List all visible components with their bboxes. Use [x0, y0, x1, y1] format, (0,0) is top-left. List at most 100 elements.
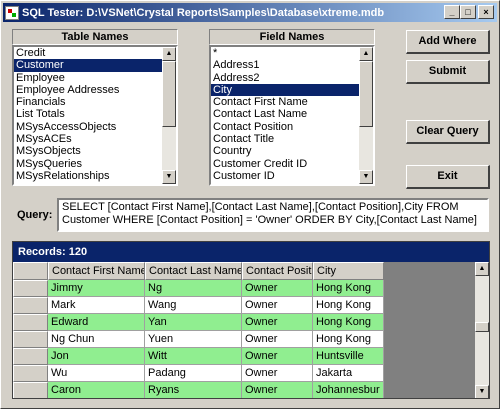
table-cell[interactable]: Ng [145, 280, 242, 297]
table-cell[interactable]: Jon [48, 348, 145, 365]
table-cell[interactable]: Hong Kong [313, 314, 384, 331]
column-header[interactable]: Contact Last Name [145, 262, 242, 280]
records-grid[interactable]: Records: 120 Contact First Name Contact … [12, 241, 490, 399]
table-cell[interactable]: Owner [242, 348, 313, 365]
list-item[interactable]: Contact Last Name [211, 108, 359, 120]
list-item[interactable]: MSysAccessObjects [14, 121, 162, 133]
field-names-items: * Address1 Address2 City Contact First Name C… [211, 47, 359, 184]
list-item[interactable]: Employee Addresses [14, 84, 162, 96]
table-cell[interactable]: Owner [242, 382, 313, 398]
table-row[interactable]: Ng Chun Yuen Owner Hong Kong [13, 331, 384, 348]
list-item[interactable]: Address1 [211, 59, 359, 71]
table-cell[interactable]: Huntsville [313, 348, 384, 365]
field-names-scrollbar[interactable]: ▲ ▼ [359, 47, 373, 184]
table-cell[interactable]: Padang [145, 365, 242, 382]
scroll-down-icon[interactable]: ▼ [475, 385, 489, 398]
scroll-down-icon[interactable]: ▼ [162, 170, 176, 184]
list-item[interactable]: MSysObjects [14, 145, 162, 157]
list-item[interactable]: MSysACEs [14, 133, 162, 145]
list-item[interactable]: Financials [14, 96, 162, 108]
table-cell[interactable]: Owner [242, 314, 313, 331]
close-button[interactable]: × [478, 5, 494, 19]
table-cell[interactable]: Owner [242, 365, 313, 382]
list-item[interactable]: Customer [14, 59, 162, 72]
row-selector[interactable] [13, 365, 48, 382]
list-item[interactable]: Employee [14, 72, 162, 84]
row-selector[interactable] [13, 280, 48, 297]
list-item[interactable]: Contact First Name [211, 96, 359, 108]
table-cell[interactable]: Yan [145, 314, 242, 331]
field-names-listbox[interactable]: * Address1 Address2 City Contact First Name C… [209, 45, 375, 186]
table-cell[interactable]: Mark [48, 297, 145, 314]
table-cell[interactable]: Caron [48, 382, 145, 398]
grid-scrollbar[interactable]: ▲ ▼ [475, 262, 489, 398]
add-where-button[interactable]: Add Where [406, 30, 490, 54]
scroll-thumb[interactable] [162, 61, 176, 127]
table-cell[interactable]: Edward [48, 314, 145, 331]
column-header[interactable]: Contact First Name [48, 262, 145, 280]
app-icon [5, 5, 19, 20]
table-cell[interactable]: Wang [145, 297, 242, 314]
row-selector[interactable] [13, 331, 48, 348]
table-cell[interactable]: Johannesbur [313, 382, 384, 398]
table-names-listbox[interactable]: Credit Customer Employee Employee Addresses… [12, 45, 178, 186]
scroll-thumb[interactable] [359, 61, 373, 127]
table-cell[interactable]: Ryans [145, 382, 242, 398]
list-item[interactable]: Contact Title [211, 133, 359, 145]
minimize-button[interactable]: _ [444, 5, 460, 19]
clear-query-button[interactable]: Clear Query [406, 120, 490, 144]
list-item[interactable]: MSysRelationships [14, 170, 162, 182]
row-selector[interactable] [13, 297, 48, 314]
list-item[interactable]: Credit [14, 47, 162, 59]
table-cell[interactable]: Owner [242, 331, 313, 348]
table-cell[interactable]: Wu [48, 365, 145, 382]
list-item[interactable]: Country [211, 145, 359, 157]
table-cell[interactable]: Witt [145, 348, 242, 365]
column-header[interactable]: Contact Positi [242, 262, 313, 280]
field-names-header: Field Names [209, 29, 375, 45]
column-header[interactable]: City [313, 262, 384, 280]
list-item[interactable]: City [211, 83, 359, 97]
table-cell[interactable]: Yuen [145, 331, 242, 348]
table-row[interactable]: Jimmy Ng Owner Hong Kong [13, 280, 384, 297]
table-row[interactable]: Caron Ryans Owner Johannesbur [13, 382, 384, 398]
row-selector[interactable] [13, 348, 48, 365]
scroll-up-icon[interactable]: ▲ [475, 262, 489, 276]
table-cell[interactable]: Owner [242, 280, 313, 297]
row-selector[interactable] [13, 382, 48, 398]
scroll-thumb[interactable] [475, 322, 489, 332]
scroll-down-icon[interactable]: ▼ [359, 170, 373, 184]
scroll-up-icon[interactable]: ▲ [359, 47, 373, 61]
table-cell[interactable]: Hong Kong [313, 280, 384, 297]
table-names-header: Table Names [12, 29, 178, 45]
table-names-scrollbar[interactable]: ▲ ▼ [162, 47, 176, 184]
table-cell[interactable]: Ng Chun [48, 331, 145, 348]
table-cell[interactable]: Hong Kong [313, 331, 384, 348]
table-names-items: Credit Customer Employee Employee Addresses… [14, 47, 162, 184]
records-count: Records: 120 [13, 242, 489, 262]
row-selector[interactable] [13, 314, 48, 331]
table-row[interactable]: Mark Wang Owner Hong Kong [13, 297, 384, 314]
exit-button[interactable]: Exit [406, 165, 490, 189]
table-cell[interactable]: Owner [242, 297, 313, 314]
list-item[interactable]: Contact Position [211, 121, 359, 133]
table-row[interactable]: Wu Padang Owner Jakarta [13, 365, 384, 382]
list-item[interactable]: List Totals [14, 108, 162, 120]
table-row[interactable]: Jon Witt Owner Huntsville [13, 348, 384, 365]
maximize-button[interactable]: □ [460, 5, 476, 19]
list-item[interactable]: Customer ID [211, 170, 359, 182]
table-cell[interactable]: Hong Kong [313, 297, 384, 314]
list-item[interactable]: Address2 [211, 72, 359, 84]
submit-button[interactable]: Submit [406, 60, 490, 84]
scroll-up-icon[interactable]: ▲ [162, 47, 176, 61]
grid-header: Contact First Name Contact Last Name Con… [13, 262, 384, 280]
list-item[interactable]: Customer Credit ID [211, 158, 359, 170]
list-item[interactable]: * [211, 47, 359, 59]
table-cell[interactable]: Jimmy [48, 280, 145, 297]
row-selector-header[interactable] [13, 262, 48, 280]
query-textbox[interactable]: SELECT [Contact First Name],[Contact Las… [57, 198, 489, 232]
table-row[interactable]: Edward Yan Owner Hong Kong [13, 314, 384, 331]
table-cell[interactable]: Jakarta [313, 365, 384, 382]
title-bar[interactable]: SQL Tester: D:\VSNet\Crystal Reports\Sam… [3, 3, 497, 22]
list-item[interactable]: MSysQueries [14, 158, 162, 170]
